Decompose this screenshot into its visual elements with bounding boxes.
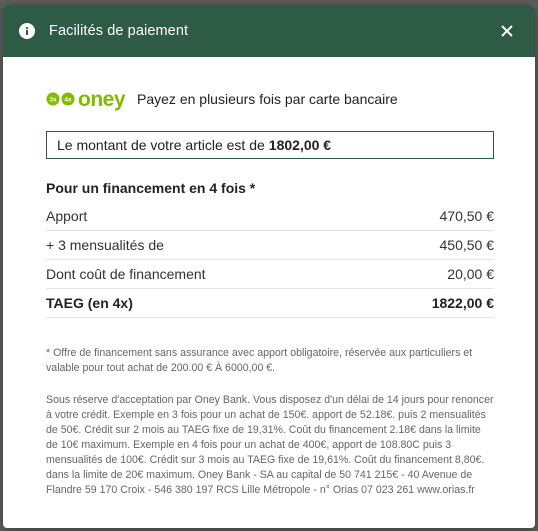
row-value: 450,50 € — [439, 237, 495, 253]
row-value: 20,00 € — [447, 266, 494, 282]
amount-box: Le montant de votre article est de 1802,… — [46, 131, 494, 159]
row-label: TAEG (en 4x) — [46, 295, 133, 311]
close-icon — [501, 25, 513, 37]
brand-row: 3x 4x oney Payez en plusieurs fois par c… — [46, 87, 495, 111]
brand-tagline: Payez en plusieurs fois par carte bancai… — [137, 91, 398, 107]
oney-wordmark: oney — [78, 87, 126, 111]
table-row: Dont coût de financement 20,00 € — [46, 260, 494, 289]
amount-prefix: Le montant de votre article est de — [57, 137, 265, 153]
svg-text:4x: 4x — [64, 97, 72, 104]
row-label: Dont coût de financement — [46, 266, 206, 282]
modal-title: Facilités de paiement — [49, 23, 189, 39]
table-row-total: TAEG (en 4x) 1822,00 € — [46, 289, 494, 318]
modal-body: 3x 4x oney Payez en plusieurs fois par c… — [3, 57, 535, 498]
modal-header: Facilités de paiement — [3, 5, 535, 57]
close-button[interactable] — [499, 23, 515, 39]
info-icon — [19, 23, 35, 39]
row-value: 1822,00 € — [431, 295, 494, 311]
table-row: + 3 mensualités de 450,50 € — [46, 231, 494, 260]
svg-text:3x: 3x — [49, 97, 57, 104]
row-label: + 3 mensualités de — [46, 237, 164, 253]
footnote: * Offre de financement sans assurance av… — [46, 347, 473, 374]
legal-notice: Sous réserve d'acceptation par Oney Bank… — [46, 394, 494, 496]
amount-value: 1802,00 € — [268, 137, 332, 153]
payment-facilities-modal: Facilités de paiement 3x 4x oney Payez e… — [3, 5, 535, 528]
oney-badges-icon: 3x 4x — [46, 92, 75, 106]
row-label: Apport — [46, 208, 88, 224]
oney-logo: 3x 4x oney — [46, 87, 126, 111]
table-row: Apport 470,50 € — [46, 202, 494, 231]
financing-table: Apport 470,50 € + 3 mensualités de 450,5… — [46, 202, 494, 318]
row-value: 470,50 € — [439, 208, 495, 224]
financing-title: Pour un financement en 4 fois * — [46, 180, 256, 196]
